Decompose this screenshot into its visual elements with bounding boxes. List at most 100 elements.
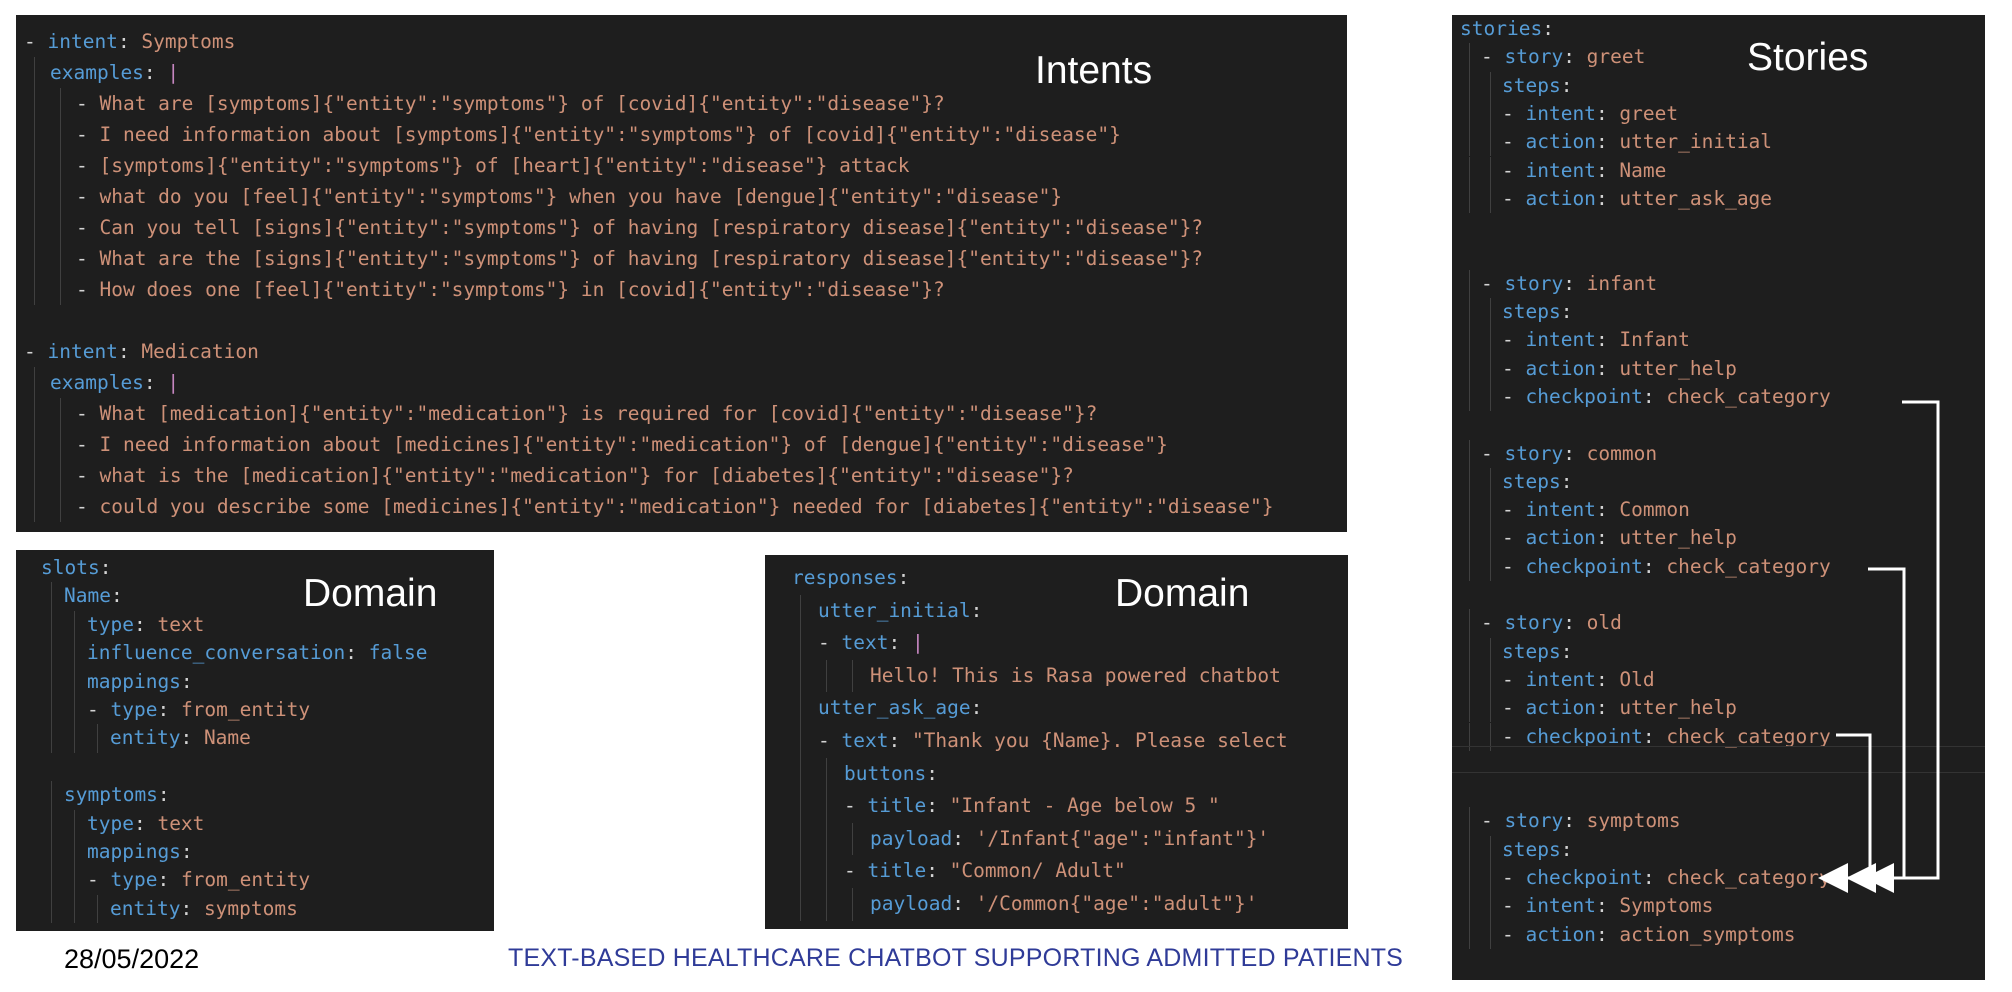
list-dash: -: [76, 247, 100, 270]
list-dash: -: [87, 868, 111, 892]
yaml-text: I need information about [medicines]{"en…: [99, 433, 1168, 456]
yaml-text: could you describe some [medicines]{"ent…: [99, 495, 1274, 518]
yaml-key: influence_conversation: [87, 641, 346, 665]
indent-guide: [60, 243, 61, 274]
indent-guide: [60, 119, 61, 150]
code-line: utter_ask_age:: [818, 692, 994, 725]
yaml-key: type: [87, 811, 134, 835]
yaml-key: examples: [50, 61, 144, 84]
indent-guide: [74, 724, 75, 753]
yaml-value: Symptoms: [141, 30, 236, 53]
list-dash: -: [76, 433, 100, 456]
indent-guide: [34, 57, 35, 88]
list-dash: -: [844, 859, 868, 883]
yaml-key: buttons: [844, 761, 927, 785]
footer-title: TEXT-BASED HEALTHCARE CHATBOT SUPPORTING…: [508, 944, 1404, 972]
yaml-text: I need information about [symptoms]{"ent…: [99, 123, 1121, 146]
indent-guide: [51, 781, 52, 810]
colon: :: [117, 30, 142, 53]
yaml-key: mappings: [87, 840, 181, 863]
colon: :: [970, 598, 995, 622]
indent-guide: [97, 894, 98, 924]
code-line: influence_conversation: false: [87, 639, 427, 667]
indent-guide: [826, 659, 827, 693]
code-line: entity: Name: [110, 724, 251, 752]
list-dash: -: [844, 794, 868, 818]
code-line: - text: "Thank you {Name}. Please select: [818, 725, 1288, 758]
indent-guide: [74, 610, 75, 640]
code-line: type: text: [87, 611, 204, 639]
yaml-value: "Common/ Adult": [949, 859, 1126, 883]
yaml-key: title: [867, 859, 927, 883]
indent-guide: [826, 822, 827, 856]
list-dash: -: [76, 123, 100, 146]
colon: :: [952, 826, 976, 850]
indent-guide: [34, 491, 35, 522]
colon: :: [157, 868, 181, 892]
indent-guide: [51, 639, 52, 668]
colon: :: [133, 811, 158, 835]
list-dash: -: [76, 495, 100, 518]
indent-guide: [826, 855, 827, 888]
colon: :: [180, 669, 205, 693]
list-dash: -: [76, 185, 100, 208]
yaml-key: entity: [110, 726, 181, 750]
indent-guide: [800, 790, 801, 823]
code-line: - what do you [feel]{"entity":"symptoms"…: [76, 181, 1062, 212]
indent-guide: [60, 150, 61, 181]
code-line: payload: '/Common{"age":"adult"}': [870, 888, 1257, 921]
indent-guide: [60, 429, 61, 460]
list-dash: -: [24, 340, 48, 363]
indent-guide: [74, 894, 75, 924]
indent-guide: [51, 667, 52, 696]
code-line: type: text: [87, 810, 204, 838]
code-line: examples: |: [50, 57, 179, 88]
colon: :: [180, 840, 205, 863]
indent-guide: [74, 696, 75, 725]
yaml-text: What are [symptoms]{"entity":"symptoms"}…: [99, 92, 945, 115]
code-line: buttons:: [844, 758, 950, 791]
yaml-text: How does one [feel]{"entity":"symptoms"}…: [99, 278, 945, 301]
code-line: payload: '/Infant{"age":"infant"}': [870, 823, 1269, 856]
indent-guide: [34, 150, 35, 181]
code-line: - What are [symptoms]{"entity":"symptoms…: [76, 88, 945, 119]
code-line: responses:: [792, 562, 921, 595]
yaml-value: '/Infant{"age":"infant"}': [975, 826, 1270, 850]
indent-guide: [60, 181, 61, 212]
indent-guide: [51, 866, 52, 895]
yaml-key: text: [841, 729, 889, 752]
yaml-value: text: [157, 612, 205, 636]
indent-guide: [51, 724, 52, 753]
yaml-text: Can you tell [signs]{"entity":"symptoms"…: [99, 216, 1204, 239]
code-line: - could you describe some [medicines]{"e…: [76, 491, 1273, 522]
intents-editor-panel: - intent: Symptoms examples: | - What are …: [16, 15, 1347, 532]
yaml-value: from_entity: [180, 868, 311, 892]
indent-guide: [60, 88, 61, 119]
indent-guide: [60, 460, 61, 491]
indent-guide: [800, 692, 801, 725]
list-dash: -: [76, 278, 100, 301]
indent-guide: [34, 398, 35, 429]
code-line: - text: |: [818, 627, 924, 660]
indent-guide: [60, 212, 61, 243]
indent-guide: [74, 639, 75, 668]
code-line: - What are the [signs]{"entity":"symptom…: [76, 243, 1203, 274]
colon: :: [143, 61, 168, 84]
indent-guide: [34, 243, 35, 274]
colon: :: [926, 859, 950, 883]
indent-guide: [826, 790, 827, 823]
indent-guide: [51, 582, 52, 611]
yaml-key: slots: [41, 556, 100, 579]
intents-label: Intents: [1035, 49, 1153, 92]
indent-guide: [34, 88, 35, 119]
yaml-value: false: [368, 641, 428, 665]
indent-guide: [74, 667, 75, 696]
yaml-value: Medication: [141, 340, 259, 363]
yaml-key: intent: [47, 30, 118, 53]
indent-guide: [800, 627, 801, 660]
colon: :: [926, 794, 950, 818]
code-line: Name:: [64, 582, 134, 610]
yaml-key: type: [87, 612, 134, 636]
indent-guide: [800, 659, 801, 693]
indent-guide: [800, 757, 801, 791]
